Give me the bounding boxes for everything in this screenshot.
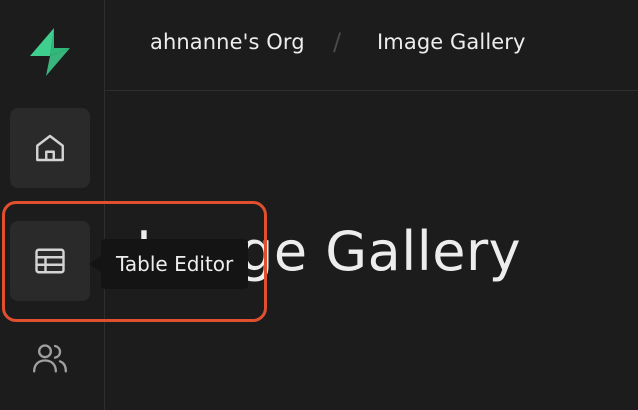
breadcrumb-org-link[interactable]: ahnanne's Org: [150, 30, 305, 54]
breadcrumb-separator: /: [333, 28, 342, 56]
supabase-logo-icon[interactable]: [24, 26, 76, 78]
sidebar: [0, 0, 105, 410]
home-icon: [32, 130, 68, 166]
tooltip-table-editor: Table Editor: [101, 239, 249, 289]
breadcrumb-page-link[interactable]: Image Gallery: [377, 30, 526, 54]
users-icon: [30, 338, 70, 378]
tooltip-arrow: [89, 256, 101, 272]
top-bar: ahnanne's Org / Image Gallery: [105, 0, 638, 91]
sidebar-item-table-editor[interactable]: [10, 221, 90, 301]
sidebar-item-home[interactable]: [10, 108, 90, 188]
table-icon: [32, 243, 68, 279]
sidebar-item-users[interactable]: [10, 318, 90, 398]
app-window: ahnanne's Org / Image Gallery Image Gall…: [0, 0, 638, 410]
